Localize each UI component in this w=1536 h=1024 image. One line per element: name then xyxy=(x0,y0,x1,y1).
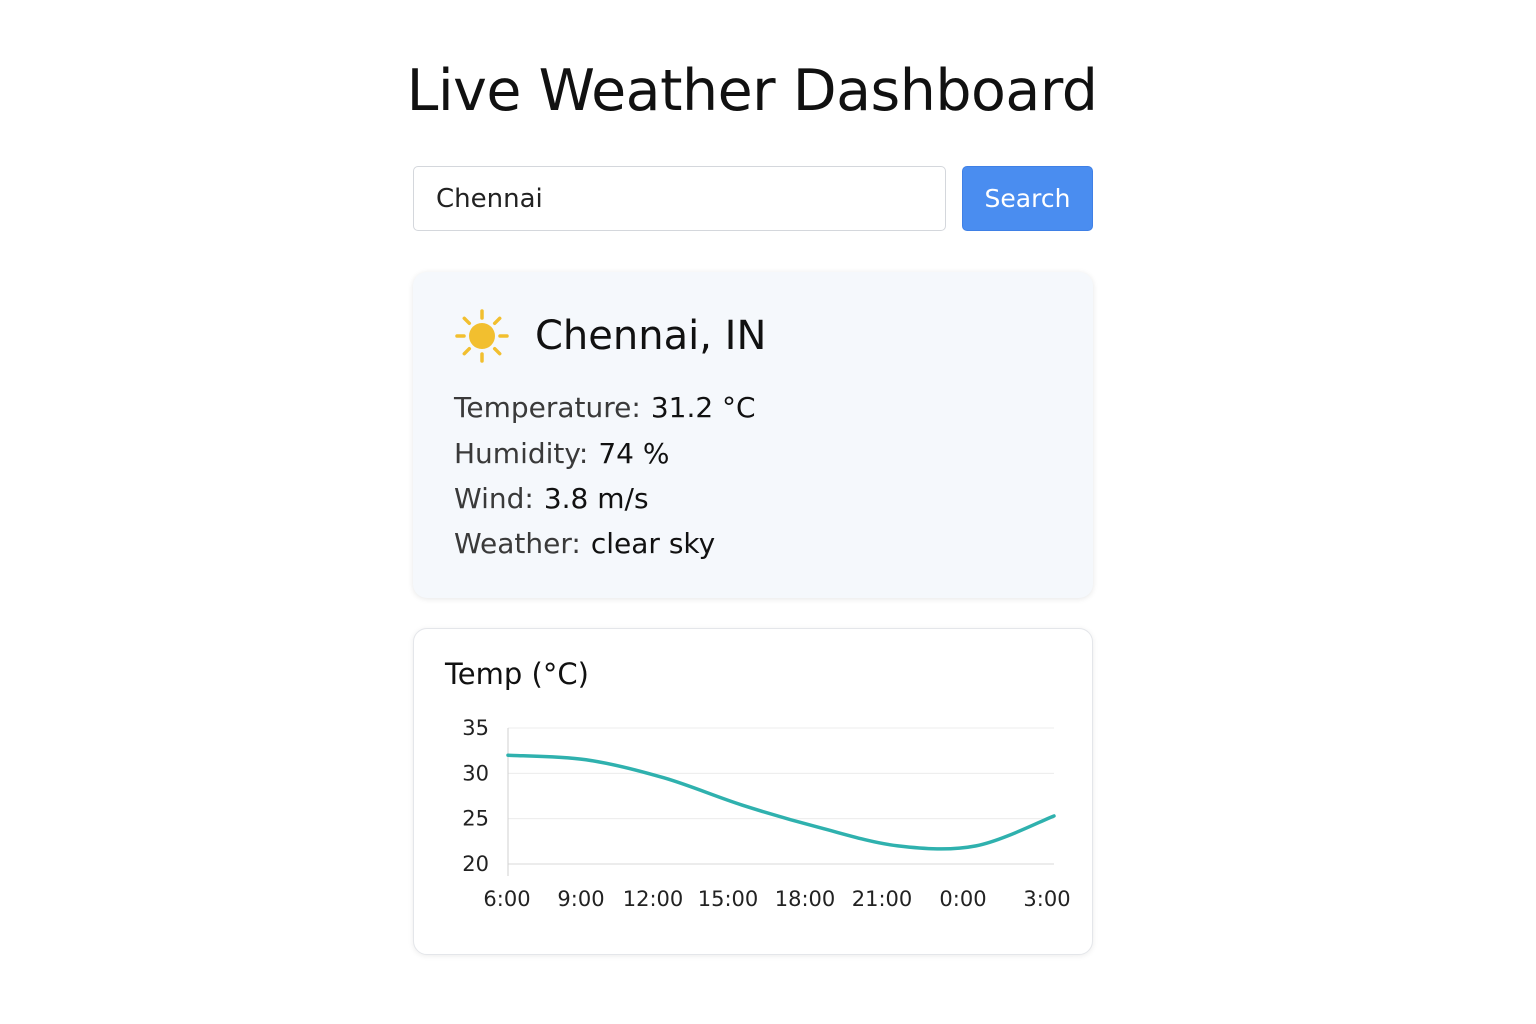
y-tick-label: 20 xyxy=(462,852,489,876)
x-tick-label: 21:00 xyxy=(852,887,913,911)
y-tick-label: 25 xyxy=(462,807,489,831)
search-button[interactable]: Search xyxy=(962,166,1093,231)
temperature-row: Temperature: 31.2 °C xyxy=(454,388,756,428)
x-tick-label: 15:00 xyxy=(698,887,759,911)
wind-label: Wind: xyxy=(454,482,534,515)
x-tick-label: 12:00 xyxy=(623,887,684,911)
weather-dashboard-page: Live Weather Dashboard Search Chennai, I… xyxy=(0,0,1536,1024)
weather-condition-value: clear sky xyxy=(590,527,716,560)
x-tick-label: 3:00 xyxy=(1023,887,1070,911)
y-tick-label: 35 xyxy=(462,716,489,740)
x-tick-label: 18:00 xyxy=(775,887,836,911)
x-tick-label: 0:00 xyxy=(939,887,986,911)
x-tick-label: 9:00 xyxy=(557,887,604,911)
current-weather-card: Chennai, IN Temperature: 31.2 °C Humidity… xyxy=(413,272,1093,598)
humidity-value: 74 % xyxy=(598,437,670,470)
temperature-line-chart: 20 25 30 35 6:00 9:00 12:00 15:00 18:00 21:00 0:00… xyxy=(462,716,1070,911)
temperature-series-line xyxy=(506,753,1056,851)
wind-row: Wind: 3.8 m/s xyxy=(454,479,649,519)
sun-icon xyxy=(455,309,509,363)
humidity-label: Humidity: xyxy=(454,437,589,470)
page-title: Live Weather Dashboard xyxy=(406,58,1098,124)
weather-condition-row: Weather: clear sky xyxy=(454,524,715,564)
wind-value: 3.8 m/s xyxy=(543,482,649,515)
city-search-input[interactable] xyxy=(413,166,946,231)
location-name: Chennai, IN xyxy=(535,313,767,359)
temperature-label: Temperature: xyxy=(454,391,641,424)
humidity-row: Humidity: 74 % xyxy=(454,434,670,474)
x-tick-label: 6:00 xyxy=(483,887,530,911)
weather-condition-label: Weather: xyxy=(454,527,581,560)
y-tick-label: 30 xyxy=(462,761,489,785)
temperature-value: 31.2 °C xyxy=(650,391,756,424)
temperature-chart-card: Temp (°C) 20 25 30 35 6:00 9:00 12:00 15:00 18:0… xyxy=(413,628,1093,955)
